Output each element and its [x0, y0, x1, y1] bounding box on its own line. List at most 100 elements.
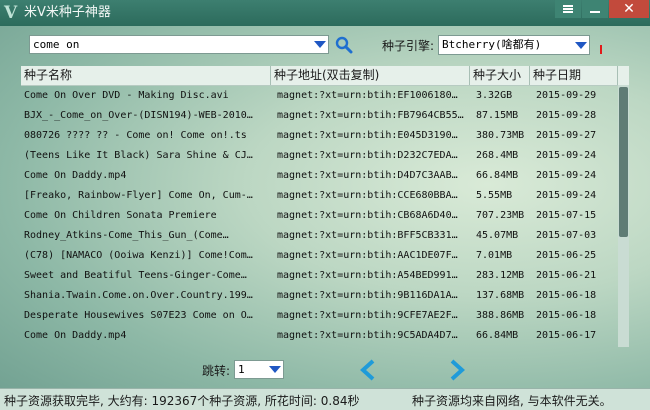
cell-magnet[interactable]: magnet:?xt=urn:btih:CCE680BBA… [274, 186, 470, 206]
column-header-name[interactable]: 种子名称 [21, 66, 271, 85]
cell-name: 080726 ???? ?? - Come on! Come on!.ts [24, 130, 247, 141]
status-bar: 种子资源获取完毕, 大约有: 192367个种子资源, 所花时间: 0.84秒 … [0, 388, 650, 410]
close-button[interactable]: ✕ [609, 0, 649, 18]
app-logo: V [4, 3, 18, 23]
cell-name: Come On Children Sonata Premiere [24, 210, 217, 221]
table-row[interactable]: BJX_-_Come_on_Over-(DISN194)-WEB-2010… ma… [21, 106, 618, 126]
engine-select[interactable]: Btcherry(啥都有) [438, 35, 590, 55]
table-row[interactable]: Desperate Housewives S07E23 Come on O… ma… [21, 306, 618, 326]
cell-name: (C78) [NAMACO (Ooiwa Kenzi)] Come!Com… [24, 250, 253, 261]
page-dropdown-button[interactable] [267, 362, 282, 377]
cell-date: 2015-07-15 [536, 210, 597, 221]
cell-size: 66.84MB [476, 330, 519, 341]
cell-date: 2015-09-28 [536, 110, 597, 121]
cell-magnet[interactable]: magnet:?xt=urn:btih:FB7964CB55… [274, 106, 470, 126]
cell-size: 7.01MB [476, 250, 513, 261]
cell-date: 2015-06-25 [536, 250, 597, 261]
cell-magnet[interactable]: magnet:?xt=urn:btih:A54BED991… [274, 266, 470, 286]
cell-magnet[interactable]: magnet:?xt=urn:btih:CB68A6D40… [274, 206, 470, 226]
menu-icon [563, 5, 573, 13]
cell-size: 268.4MB [476, 150, 519, 161]
arrow-left-icon[interactable] [357, 358, 379, 382]
cell-magnet[interactable]: magnet:?xt=urn:btih:AAC1DE07F… [274, 246, 470, 266]
column-header-size[interactable]: 种子大小 [470, 66, 530, 85]
table-row[interactable]: Shania.Twain.Come.on.Over.Country.199… ma… [21, 286, 618, 306]
table-row[interactable]: [Freako, Rainbow-Flyer] Come On, Cum-… ma… [21, 186, 618, 206]
column-header-date[interactable]: 种子日期 [530, 66, 618, 85]
cell-magnet[interactable]: magnet:?xt=urn:btih:BFF5CB331… [274, 226, 470, 246]
cell-size: 707.23MB [476, 210, 525, 221]
cell-name: (Teens Like It Black) Sara Shine & CJ… [24, 150, 253, 161]
cell-date: 2015-06-18 [536, 290, 597, 301]
cell-name: BJX_-_Come_on_Over-(DISN194)-WEB-2010… [24, 110, 253, 121]
cell-magnet[interactable]: magnet:?xt=urn:btih:D232C7EDA… [274, 146, 470, 166]
page-select-value: 1 [238, 363, 245, 376]
table-header: 种子名称 种子地址(双击复制) 种子大小 种子日期 [21, 66, 629, 86]
search-input[interactable] [30, 36, 306, 53]
cell-name: [Freako, Rainbow-Flyer] Come On, Cum-… [24, 190, 253, 201]
jump-label: 跳转: [202, 364, 231, 378]
cell-magnet[interactable]: magnet:?xt=urn:btih:EF1006180… [274, 86, 470, 106]
table-row[interactable]: Come On Daddy.mp4 magnet:?xt=urn:btih:D4D… [21, 166, 618, 186]
chevron-down-icon [574, 42, 587, 49]
cell-name: Come On Daddy.mp4 [24, 170, 127, 181]
cell-size: 3.32GB [476, 90, 513, 101]
page-select[interactable]: 1 [234, 360, 284, 379]
cell-date: 2015-06-18 [536, 310, 597, 321]
cell-size: 380.73MB [476, 130, 525, 141]
table-row[interactable]: Come On Children Sonata Premiere magnet:?… [21, 206, 618, 226]
cell-size: 137.68MB [476, 290, 525, 301]
title-bar[interactable]: V 米V米种子神器 ✕ [0, 0, 650, 26]
arrow-right-icon[interactable] [446, 358, 468, 382]
column-header-magnet[interactable]: 种子地址(双击复制) [271, 66, 470, 85]
search-icon[interactable] [335, 36, 353, 54]
cell-size: 87.15MB [476, 110, 519, 121]
cell-date: 2015-07-03 [536, 230, 597, 241]
scrollbar-thumb[interactable] [619, 87, 628, 237]
minimize-button[interactable] [582, 0, 608, 18]
chevron-down-icon [268, 366, 281, 373]
cell-magnet[interactable]: magnet:?xt=urn:btih:9B116DA1A… [274, 286, 470, 306]
cell-name: Rodney_Atkins-Come_This_Gun_(Come… [24, 230, 229, 241]
close-icon: ✕ [623, 1, 635, 17]
cell-date: 2015-09-24 [536, 150, 597, 161]
cell-name: Come On Over DVD - Making Disc.avi [24, 90, 229, 101]
vertical-scrollbar[interactable] [618, 85, 629, 347]
cell-size: 283.12MB [476, 270, 525, 281]
app-window: V 米V米种子神器 ✕ 种子引擎: Btcherry(啥都有) 种子名称 种 [0, 0, 650, 410]
cell-magnet[interactable]: magnet:?xt=urn:btih:E045D3190… [274, 126, 470, 146]
engine-label: 种子引擎: [382, 39, 435, 53]
menu-button[interactable] [555, 0, 581, 18]
search-combobox[interactable] [29, 35, 329, 54]
engine-select-value: Btcherry(啥都有) [442, 38, 542, 51]
results-table: 种子名称 种子地址(双击复制) 种子大小 种子日期 Come On Over D… [21, 66, 629, 347]
minimize-icon [590, 11, 600, 13]
table-row[interactable]: (Teens Like It Black) Sara Shine & CJ… ma… [21, 146, 618, 166]
table-row[interactable]: (C78) [NAMACO (Ooiwa Kenzi)] Come!Com… ma… [21, 246, 618, 266]
cell-size: 45.07MB [476, 230, 519, 241]
cell-magnet[interactable]: magnet:?xt=urn:btih:D4D7C3AAB… [274, 166, 470, 186]
cell-name: Sweet and Beatiful Teens-Ginger-Come… [24, 270, 247, 281]
cell-date: 2015-06-21 [536, 270, 597, 281]
cell-magnet[interactable]: magnet:?xt=urn:btih:9C5ADA4D7… [274, 326, 470, 346]
cell-size: 388.86MB [476, 310, 525, 321]
window-title: 米V米种子神器 [24, 5, 111, 20]
cell-name: Come On Daddy.mp4 [24, 330, 127, 341]
table-row[interactable]: Rodney_Atkins-Come_This_Gun_(Come… magnet… [21, 226, 618, 246]
cell-magnet[interactable]: magnet:?xt=urn:btih:9CFE7AE2F… [274, 306, 470, 326]
disclaimer-text: 种子资源均来自网络, 与本软件无关。 [412, 394, 612, 408]
red-indicator [600, 45, 602, 54]
chevron-down-icon [313, 41, 326, 48]
table-row[interactable]: 080726 ???? ?? - Come on! Come on!.ts mag… [21, 126, 618, 146]
cell-date: 2015-09-27 [536, 130, 597, 141]
status-message: 种子资源获取完毕, 大约有: 192367个种子资源, 所花时间: 0.84秒 [4, 394, 360, 408]
cell-name: Shania.Twain.Come.on.Over.Country.199… [24, 290, 253, 301]
cell-name: Desperate Housewives S07E23 Come on O… [24, 310, 253, 321]
engine-dropdown-button[interactable] [573, 38, 588, 53]
cell-size: 66.84MB [476, 170, 519, 181]
search-dropdown-button[interactable] [312, 37, 327, 52]
table-row[interactable]: Come On Over DVD - Making Disc.avi magnet… [21, 86, 618, 106]
table-row[interactable]: Sweet and Beatiful Teens-Ginger-Come… mag… [21, 266, 618, 286]
cell-date: 2015-09-24 [536, 190, 597, 201]
table-row[interactable]: Come On Daddy.mp4 magnet:?xt=urn:btih:9C5… [21, 326, 618, 346]
